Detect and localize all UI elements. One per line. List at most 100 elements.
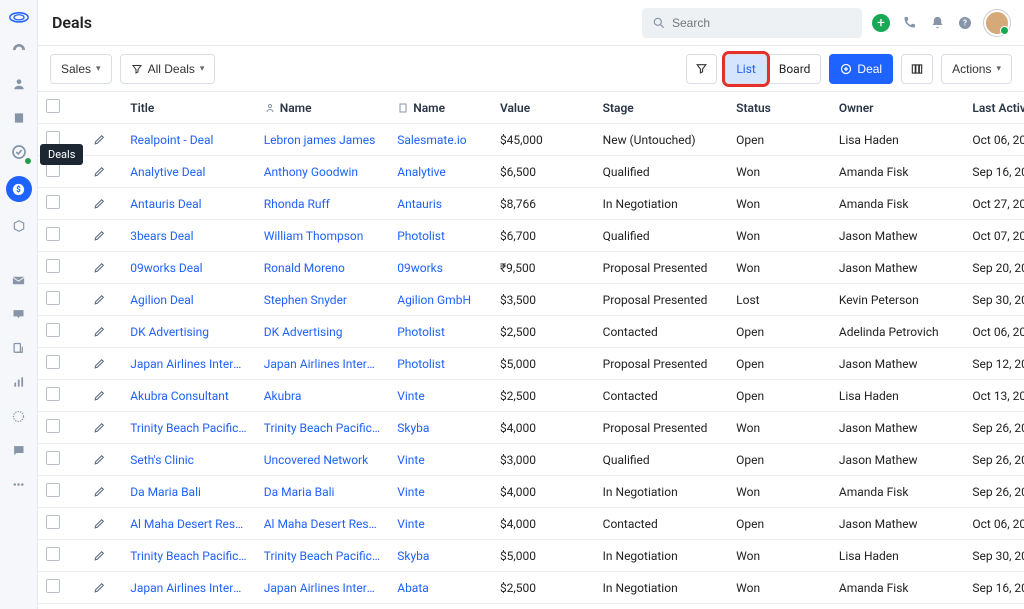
nav-more[interactable] (9, 474, 29, 494)
deal-contact[interactable]: Ronald Moreno (256, 252, 390, 284)
edit-icon[interactable] (93, 165, 114, 178)
col-owner[interactable]: Owner (831, 92, 965, 124)
view-board[interactable]: Board (769, 55, 821, 83)
col-name[interactable]: Name (256, 92, 390, 124)
deal-company[interactable]: Skyba (389, 412, 492, 444)
deal-title[interactable]: Antauris Deal (122, 188, 256, 220)
col-status[interactable]: Status (728, 92, 831, 124)
deal-contact[interactable]: Trinity Beach Pacific … (256, 540, 390, 572)
deal-title[interactable]: Akubra Consultant (122, 380, 256, 412)
col-title[interactable]: Title (122, 92, 256, 124)
deal-contact[interactable]: Stephen Snyder (256, 284, 390, 316)
edit-icon[interactable] (93, 549, 114, 562)
deal-company[interactable]: Photolist (389, 316, 492, 348)
row-checkbox[interactable] (46, 419, 60, 433)
deal-contact[interactable]: Japan Airlines Interna… (256, 572, 390, 604)
deal-title[interactable]: Analytive Deal (122, 156, 256, 188)
row-checkbox[interactable] (46, 163, 60, 177)
deal-title[interactable]: Realpoint - Deal (122, 124, 256, 156)
deal-contact[interactable]: Trinity Beach Pacific … (256, 412, 390, 444)
deal-company[interactable]: Photolist (389, 220, 492, 252)
deal-title[interactable]: Trinity Beach Pacific … (122, 412, 256, 444)
deal-company[interactable]: Agilion GmbH (389, 284, 492, 316)
deal-title[interactable]: Al Maha Desert Resort (122, 508, 256, 540)
deal-company[interactable]: Vinte (389, 476, 492, 508)
deal-company[interactable]: Vinte (389, 444, 492, 476)
row-checkbox[interactable] (46, 227, 60, 241)
row-checkbox[interactable] (46, 451, 60, 465)
bell-icon[interactable] (928, 14, 946, 32)
deal-contact[interactable]: Anthony Goodwin (256, 156, 390, 188)
col-value[interactable]: Value (492, 92, 595, 124)
edit-icon[interactable] (93, 485, 114, 498)
deal-contact[interactable]: Japan Airlines Interna… (256, 348, 390, 380)
col-company[interactable]: Name (389, 92, 492, 124)
edit-icon[interactable] (93, 261, 114, 274)
columns-button[interactable] (901, 54, 933, 84)
deal-company[interactable]: Analytive (389, 156, 492, 188)
edit-icon[interactable] (93, 581, 114, 594)
deal-company[interactable]: Abata (389, 572, 492, 604)
nav-contacts[interactable] (9, 74, 29, 94)
edit-icon[interactable] (93, 325, 114, 338)
nav-inbox[interactable] (9, 304, 29, 324)
nav-dashboard[interactable] (9, 40, 29, 60)
nav-mail[interactable] (9, 270, 29, 290)
view-list[interactable]: List (726, 55, 766, 83)
deal-contact[interactable]: William Thompson (256, 220, 390, 252)
nav-tasks[interactable] (9, 142, 29, 162)
edit-icon[interactable] (93, 293, 114, 306)
deal-title[interactable]: DK Advertising (122, 316, 256, 348)
deal-company[interactable]: Salesmate.io (389, 124, 492, 156)
nav-integrations[interactable] (9, 406, 29, 426)
col-stage[interactable]: Stage (595, 92, 729, 124)
deal-title[interactable]: Da Maria Bali (122, 476, 256, 508)
deal-title[interactable]: Japan Airlines Interna… (122, 348, 256, 380)
row-checkbox[interactable] (46, 579, 60, 593)
deal-company[interactable]: Antauris (389, 188, 492, 220)
row-checkbox[interactable] (46, 131, 60, 145)
avatar[interactable] (984, 10, 1010, 36)
nav-products[interactable] (9, 216, 29, 236)
deal-contact[interactable]: DK Advertising (256, 316, 390, 348)
row-checkbox[interactable] (46, 195, 60, 209)
row-checkbox[interactable] (46, 259, 60, 273)
edit-icon[interactable] (93, 389, 114, 402)
add-button[interactable]: + (872, 14, 890, 32)
deal-title[interactable]: 3bears Deal (122, 220, 256, 252)
select-all-checkbox[interactable] (46, 99, 60, 113)
deal-contact[interactable]: Akubra (256, 380, 390, 412)
deal-contact[interactable]: Rhonda Ruff (256, 188, 390, 220)
nav-companies[interactable] (9, 108, 29, 128)
deal-title[interactable]: 09works Deal (122, 252, 256, 284)
pipeline-select[interactable]: Sales▾ (50, 54, 112, 84)
actions-menu[interactable]: Actions▾ (941, 54, 1012, 84)
row-checkbox[interactable] (46, 483, 60, 497)
row-checkbox[interactable] (46, 387, 60, 401)
deal-company[interactable]: Photolist (389, 348, 492, 380)
global-search[interactable] (642, 8, 862, 38)
nav-messaging[interactable] (9, 440, 29, 460)
help-icon[interactable]: ? (956, 14, 974, 32)
deal-contact[interactable]: Al Maha Desert Resort (256, 508, 390, 540)
col-last[interactable]: Last Activity At (964, 92, 1024, 124)
deal-title[interactable]: Japan Airlines Interna… (122, 572, 256, 604)
row-checkbox[interactable] (46, 323, 60, 337)
deal-title[interactable]: Agilion Deal (122, 284, 256, 316)
edit-icon[interactable] (93, 517, 114, 530)
deal-title[interactable]: Seth's Clinic (122, 444, 256, 476)
deal-company[interactable]: Skyba (389, 540, 492, 572)
nav-deals[interactable]: $ (6, 176, 32, 202)
deal-title[interactable]: General Growth (122, 604, 256, 609)
edit-icon[interactable] (93, 357, 114, 370)
deal-title[interactable]: Trinity Beach Pacific … (122, 540, 256, 572)
phone-icon[interactable] (900, 14, 918, 32)
row-checkbox[interactable] (46, 515, 60, 529)
deal-contact[interactable]: General Growth (256, 604, 390, 609)
filter-button[interactable] (686, 54, 717, 84)
deal-contact[interactable]: Da Maria Bali (256, 476, 390, 508)
edit-icon[interactable] (93, 421, 114, 434)
deal-company[interactable]: 09works (389, 252, 492, 284)
row-checkbox[interactable] (46, 547, 60, 561)
view-filter-select[interactable]: All Deals▾ (120, 54, 216, 84)
